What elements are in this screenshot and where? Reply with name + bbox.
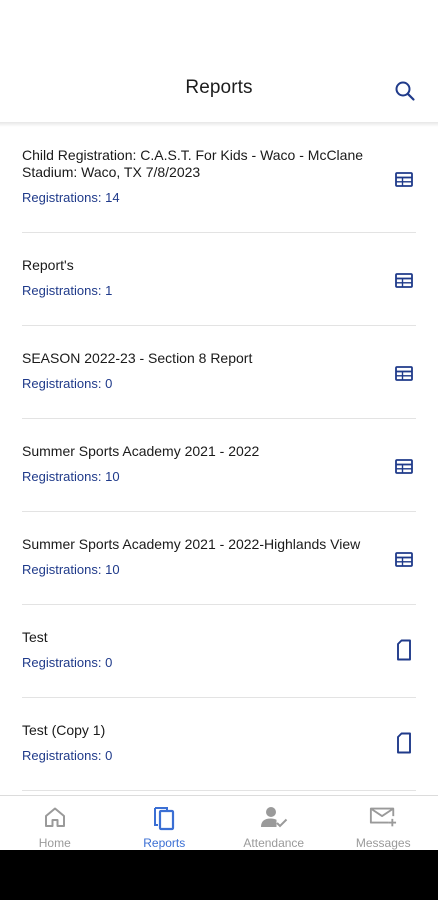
document-icon[interactable]	[394, 731, 414, 755]
report-title: Test (Copy 1)	[22, 722, 106, 738]
report-list[interactable]: Child Registration: C.A.S.T. For Kids - …	[0, 127, 438, 795]
table-icon[interactable]	[394, 547, 414, 571]
reports-icon	[150, 804, 178, 831]
nav-label-reports: Reports	[143, 836, 186, 850]
report-list-item[interactable]: Child Registration: C.A.S.T. For Kids - …	[22, 127, 416, 233]
search-icon	[395, 81, 415, 101]
registration-count: Registrations: 0	[22, 748, 113, 763]
nav-item-attendance[interactable]: Attendance	[219, 796, 329, 850]
system-navigation-bar	[0, 850, 438, 900]
registration-count: Registrations: 10	[22, 562, 120, 577]
registration-count: Registrations: 1	[22, 283, 113, 298]
report-title: SEASON 2022-23 - Section 8 Report	[22, 350, 253, 366]
bottom-navigation: Home Reports Attendance Messages	[0, 795, 438, 850]
report-title: Test	[22, 629, 48, 645]
registration-count: Registrations: 0	[22, 655, 113, 670]
status-bar-area	[0, 0, 438, 62]
registration-count: Registrations: 0	[22, 376, 113, 391]
messages-icon	[369, 804, 397, 830]
search-button[interactable]	[390, 76, 420, 106]
report-list-item[interactable]: SEASON 2022-23 - Section 8 Report Regist…	[22, 326, 416, 419]
app-header: Reports	[0, 62, 438, 122]
report-title: Report's	[22, 257, 74, 273]
nav-label-home: Home	[38, 836, 71, 850]
home-icon	[41, 804, 69, 830]
registration-count: Registrations: 10	[22, 469, 120, 484]
table-icon[interactable]	[394, 167, 414, 191]
report-list-item[interactable]: Report's Registrations: 1	[22, 233, 416, 326]
page-title: Reports	[185, 77, 253, 98]
report-list-item[interactable]: Test Registrations: 0	[22, 605, 416, 698]
report-list-item[interactable]: Summer Sports Academy 2021 - 2022 Regist…	[22, 419, 416, 512]
attendance-icon	[260, 804, 288, 830]
nav-item-home[interactable]: Home	[0, 796, 110, 850]
report-title: Summer Sports Academy 2021 - 2022-Highla…	[22, 536, 361, 552]
nav-label-attendance: Attendance	[243, 836, 305, 850]
document-icon[interactable]	[394, 638, 414, 662]
table-icon[interactable]	[394, 268, 414, 292]
table-icon[interactable]	[394, 454, 414, 478]
table-icon[interactable]	[394, 361, 414, 385]
report-list-item[interactable]: Summer Sports Academy 2021 - 2022-Highla…	[22, 512, 416, 605]
report-list-item[interactable]: Test (Copy 1) Registrations: 0	[22, 698, 416, 791]
registration-count: Registrations: 14	[22, 190, 120, 205]
report-title: Summer Sports Academy 2021 - 2022	[22, 443, 260, 459]
nav-label-messages: Messages	[355, 836, 411, 850]
report-title: Child Registration: C.A.S.T. For Kids - …	[22, 147, 364, 180]
nav-item-messages[interactable]: Messages	[329, 796, 438, 850]
nav-item-reports[interactable]: Reports	[110, 796, 220, 850]
